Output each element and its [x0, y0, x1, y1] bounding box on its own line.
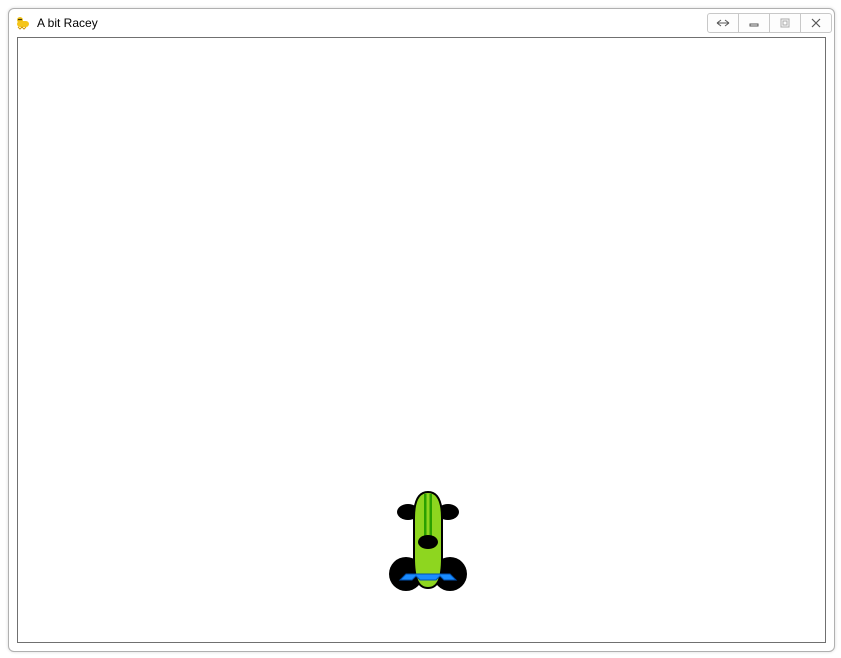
- expand-button[interactable]: [707, 13, 739, 33]
- minimize-icon: [748, 18, 760, 28]
- close-button[interactable]: [800, 13, 832, 33]
- snake-icon: [15, 15, 31, 31]
- game-canvas[interactable]: [17, 37, 826, 643]
- close-icon: [810, 18, 822, 28]
- title-bar[interactable]: A bit Racey: [9, 9, 834, 37]
- maximize-button[interactable]: [769, 13, 801, 33]
- expand-icon: [716, 18, 730, 28]
- window-title: A bit Racey: [37, 16, 702, 30]
- racecar-sprite: [388, 488, 468, 598]
- window-controls: [708, 13, 832, 33]
- maximize-icon: [779, 18, 791, 28]
- minimize-button[interactable]: [738, 13, 770, 33]
- app-window: A bit Racey: [8, 8, 835, 652]
